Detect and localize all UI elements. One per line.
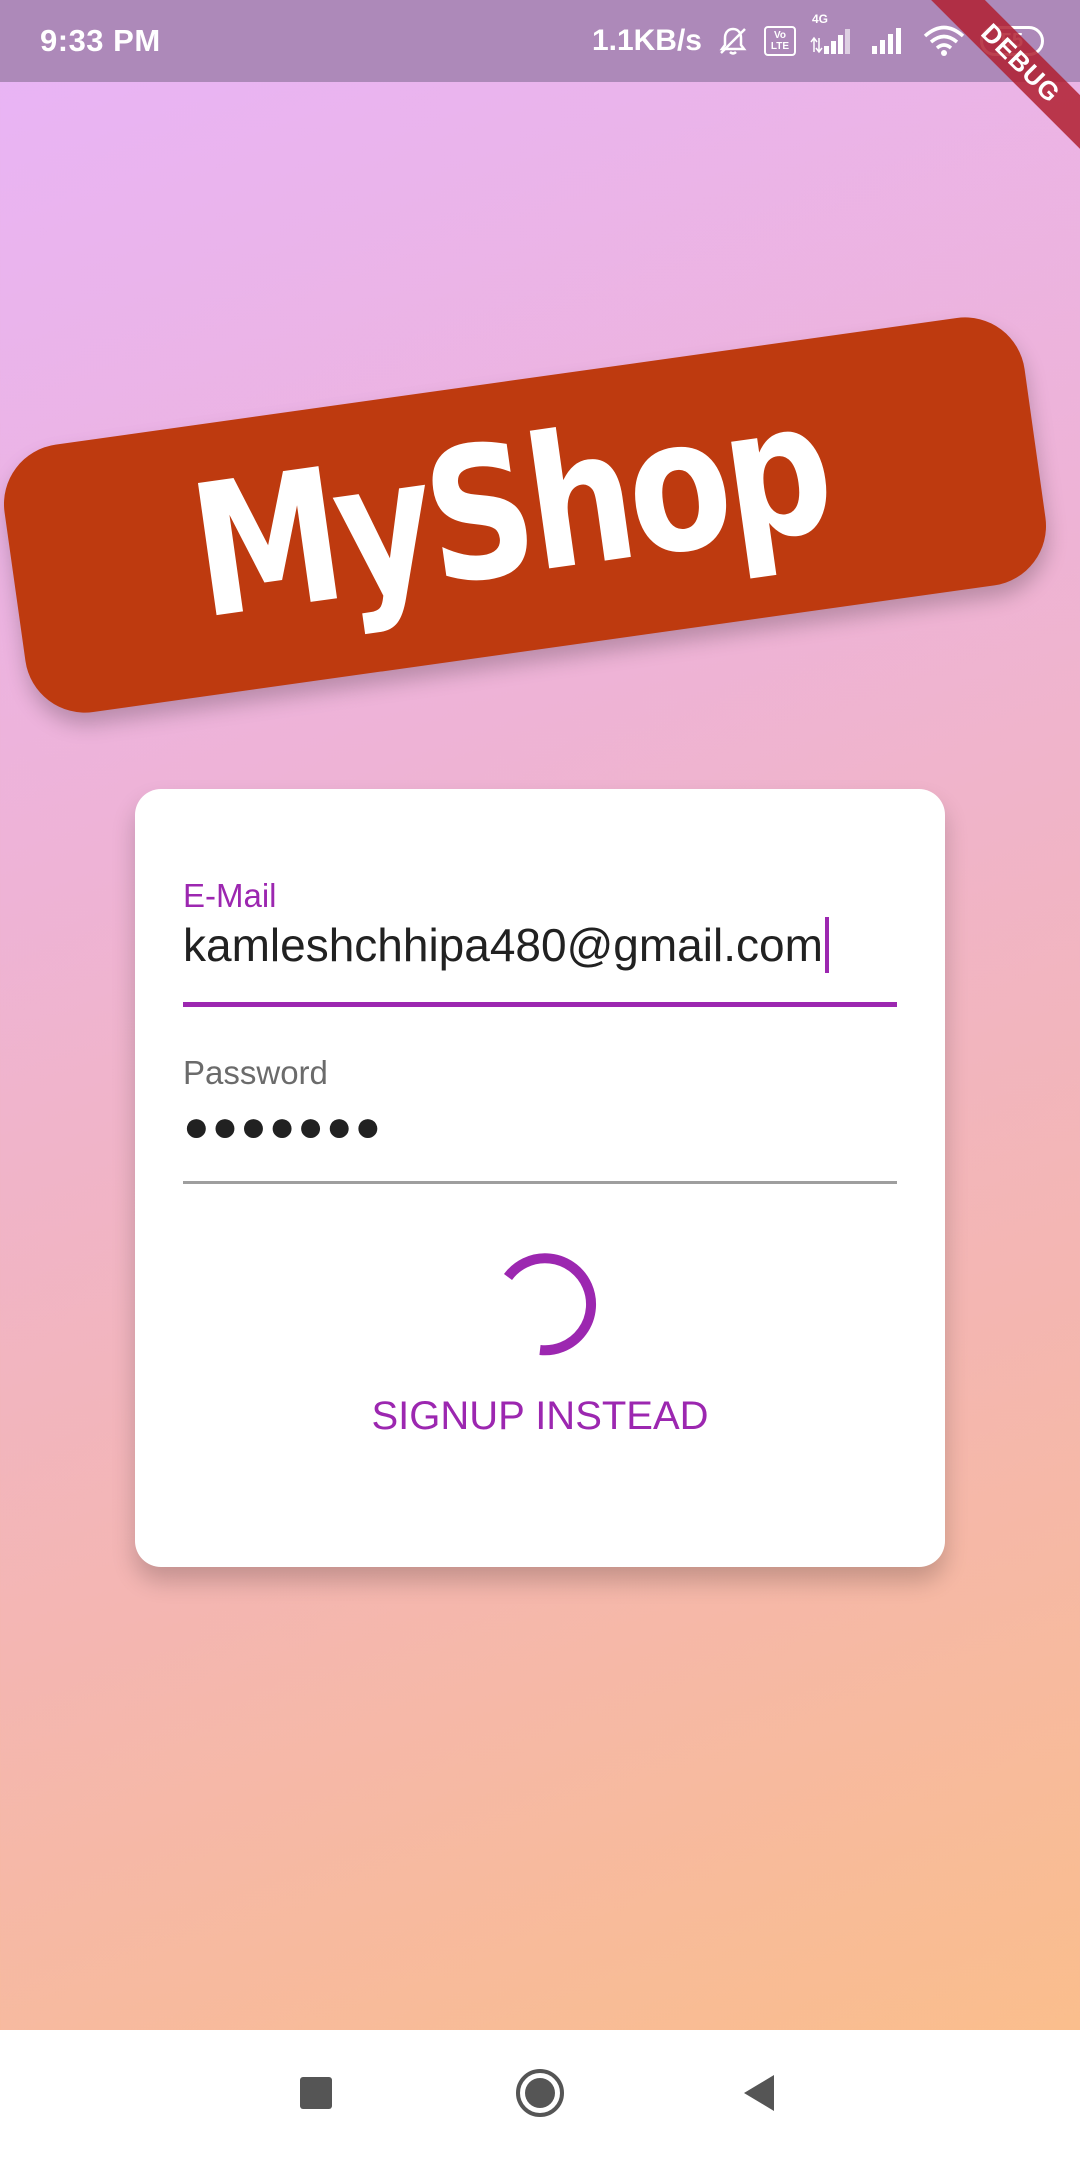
signup-instead-label: SIGNUP INSTEAD — [371, 1393, 709, 1438]
home-icon — [514, 2067, 566, 2124]
mute-icon — [716, 24, 750, 58]
password-input[interactable]: ●●●●●●● — [183, 1102, 383, 1152]
email-label: E-Mail — [183, 877, 277, 914]
back-button[interactable] — [723, 2058, 797, 2132]
network-type-label: 4G — [812, 12, 829, 26]
signup-instead-button[interactable]: SIGNUP INSTEAD — [340, 1379, 740, 1453]
status-bar: 9:33 PM 1.1KB/s Vo LTE 4G — [0, 0, 1080, 82]
network-speed: 1.1KB/s — [591, 24, 702, 57]
home-button[interactable] — [503, 2058, 577, 2132]
volte-top-text: Vo — [773, 30, 787, 41]
volte-bottom-text: LTE — [770, 41, 790, 52]
email-field[interactable]: E-Mail kamleshchhipa480@gmail.com — [183, 877, 897, 1007]
password-label: Password — [183, 1054, 328, 1091]
navigation-bar — [0, 2030, 1080, 2160]
password-underline — [183, 1181, 897, 1184]
signal-icon: 4G — [810, 12, 854, 56]
loading-spinner — [480, 1244, 600, 1364]
email-value: kamleshchhipa480@gmail.com — [183, 919, 823, 971]
email-underline — [183, 1002, 897, 1007]
password-field[interactable]: Password ●●●●●●● — [183, 1054, 897, 1184]
email-input[interactable]: kamleshchhipa480@gmail.com — [183, 917, 829, 973]
text-cursor — [824, 917, 829, 973]
app-logo-text: MyShop — [179, 361, 840, 661]
password-value: ●●●●●●● — [183, 1102, 384, 1151]
recents-icon — [298, 2075, 334, 2116]
logo-banner: MyShop — [0, 309, 1054, 721]
status-time: 9:33 PM — [40, 23, 161, 58]
recents-button[interactable] — [279, 2058, 353, 2132]
wifi-icon — [922, 25, 966, 57]
auth-card: E-Mail kamleshchhipa480@gmail.com Passwo… — [135, 789, 945, 1567]
signal-icon — [868, 26, 908, 56]
volte-icon: Vo LTE — [764, 26, 796, 56]
back-icon — [742, 2073, 778, 2118]
